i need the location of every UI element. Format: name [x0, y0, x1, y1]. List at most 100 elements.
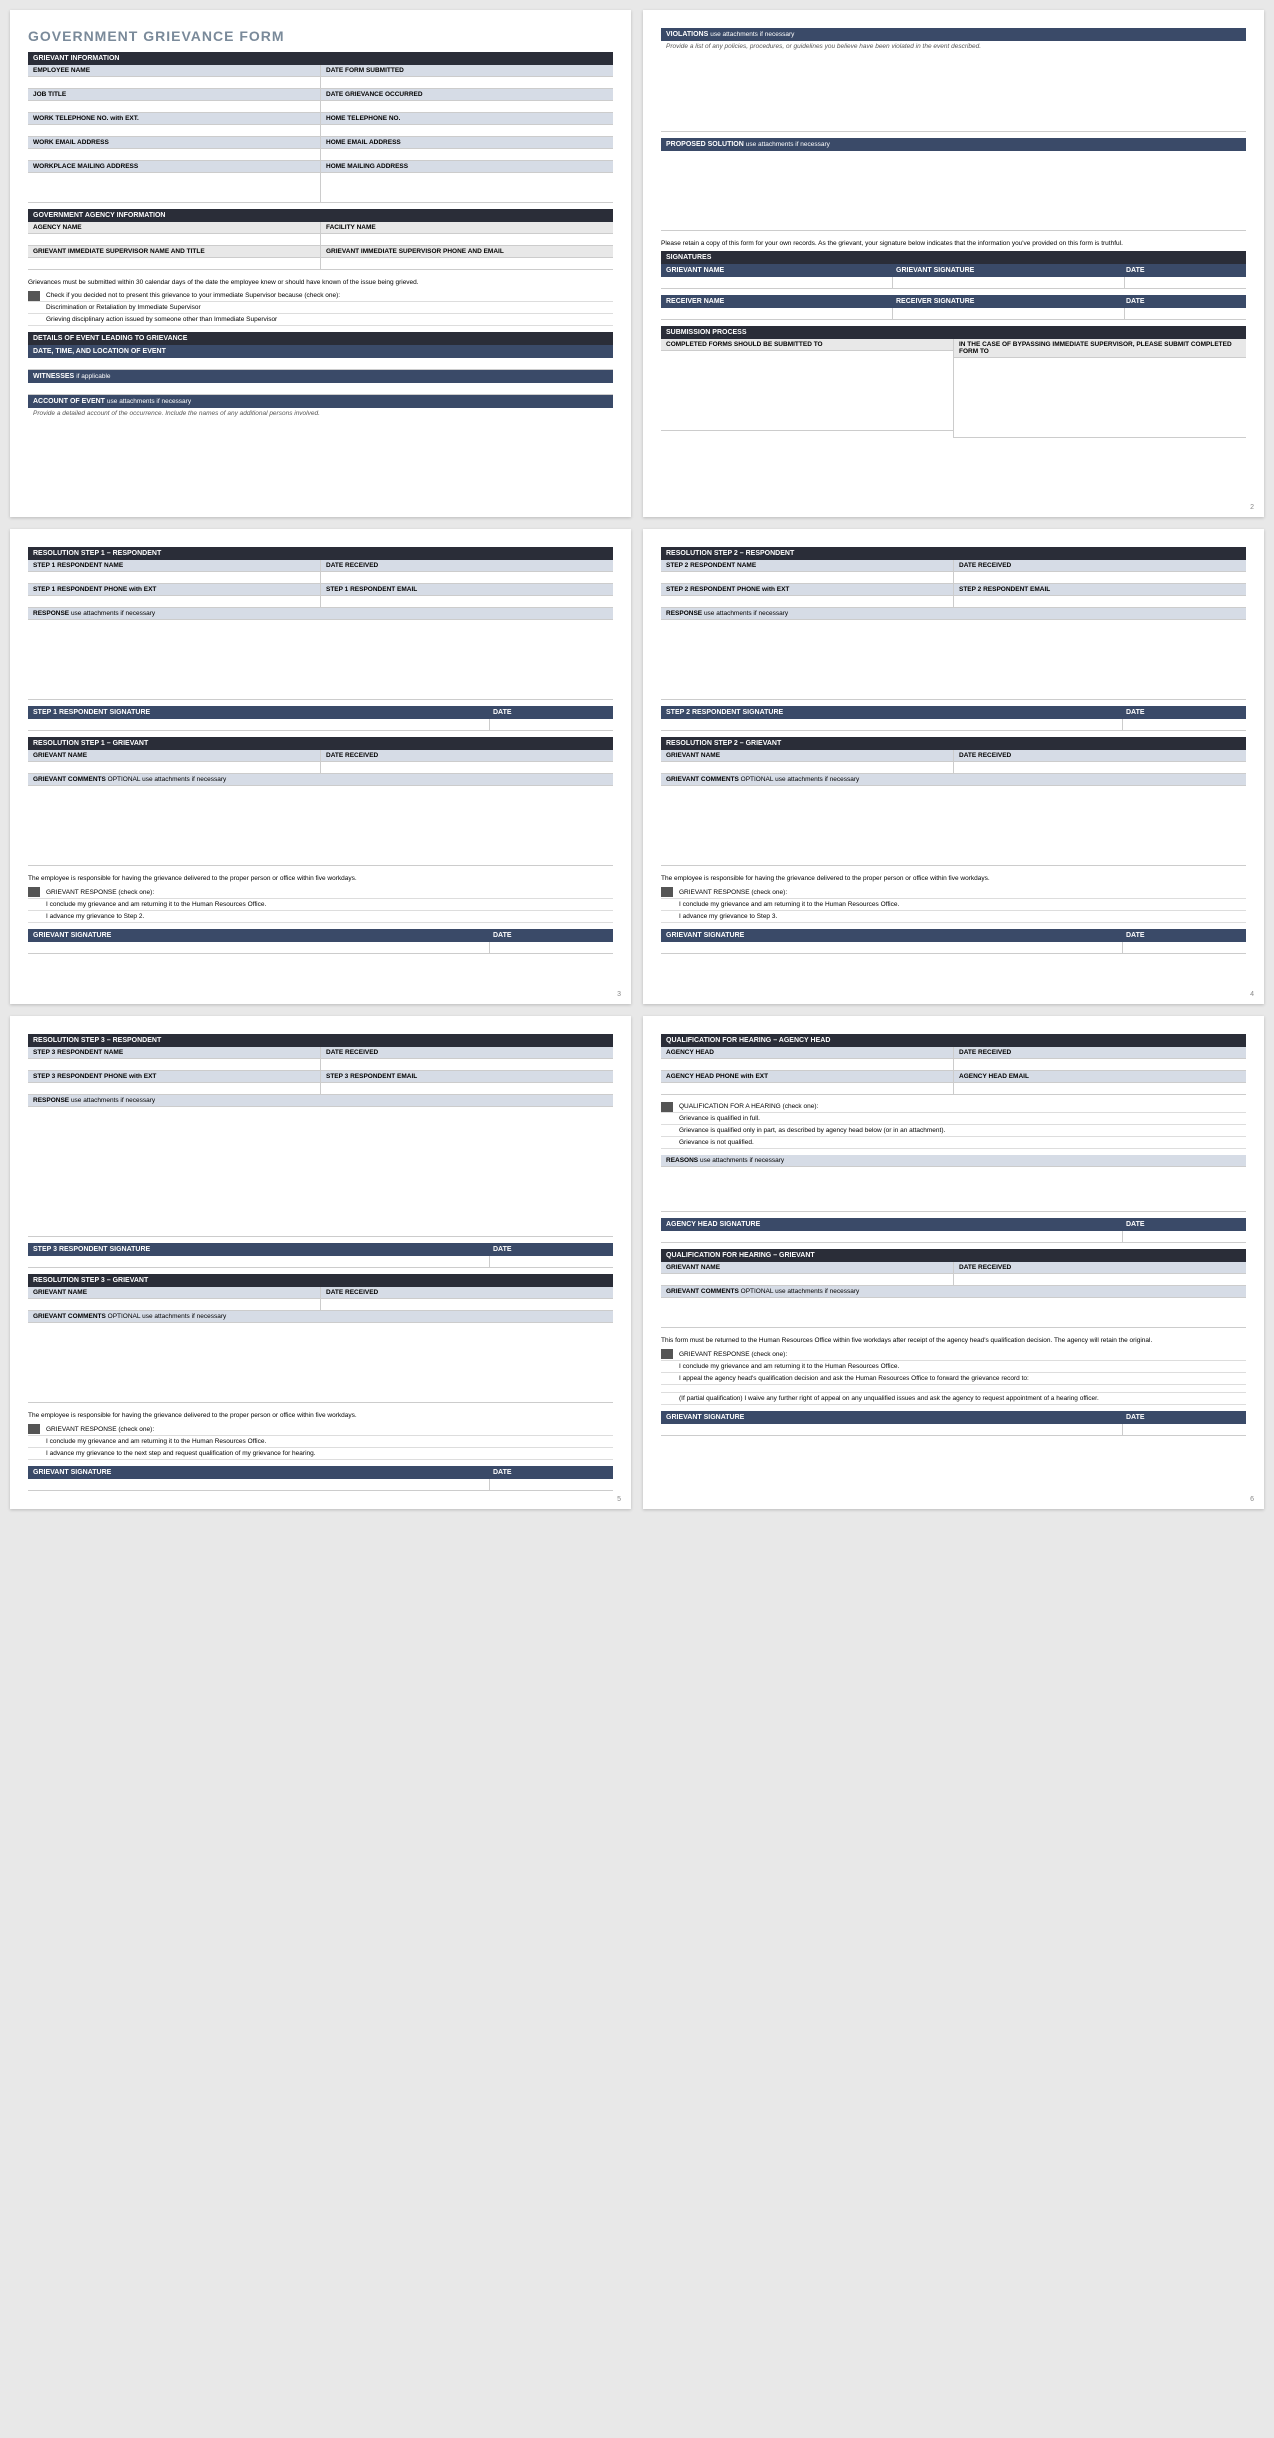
check-option[interactable]: I appeal the agency head's qualification…: [661, 1373, 1246, 1385]
input[interactable]: [893, 308, 1125, 320]
input[interactable]: [661, 1083, 953, 1095]
input[interactable]: [661, 786, 1246, 866]
input[interactable]: [661, 277, 893, 289]
col: DATE: [493, 932, 608, 939]
label: STEP 1 RESPONDENT EMAIL: [321, 584, 613, 596]
input[interactable]: [321, 173, 613, 203]
check-option[interactable]: Grieving disciplinary action issued by s…: [28, 314, 613, 326]
input[interactable]: [954, 572, 1246, 584]
input[interactable]: [490, 942, 613, 954]
input[interactable]: [661, 308, 893, 320]
input[interactable]: [28, 942, 490, 954]
subsection: DATE, TIME, AND LOCATION OF EVENT: [28, 345, 613, 358]
input[interactable]: [661, 1059, 953, 1071]
input[interactable]: [661, 620, 1246, 700]
input[interactable]: [661, 1424, 1123, 1436]
input[interactable]: [28, 383, 613, 395]
input[interactable]: [954, 596, 1246, 608]
input[interactable]: [490, 1256, 613, 1268]
check-option[interactable]: I conclude my grievance and am returning…: [661, 899, 1246, 911]
input[interactable]: [1123, 719, 1246, 731]
input[interactable]: [28, 1256, 490, 1268]
input[interactable]: [28, 258, 320, 270]
input[interactable]: [28, 149, 320, 161]
input[interactable]: [661, 351, 953, 431]
check-option[interactable]: Grievance is qualified in full.: [661, 1113, 1246, 1125]
input[interactable]: [321, 762, 613, 774]
input[interactable]: [28, 125, 320, 137]
input[interactable]: [28, 1323, 613, 1403]
check-option[interactable]: Grievance is qualified only in part, as …: [661, 1125, 1246, 1137]
input[interactable]: [28, 1107, 613, 1237]
input[interactable]: [28, 596, 320, 608]
input[interactable]: [28, 1479, 490, 1491]
input[interactable]: [28, 572, 320, 584]
check-option[interactable]: I advance my grievance to Step 3.: [661, 911, 1246, 923]
check-option[interactable]: I conclude my grievance and am returning…: [661, 1361, 1246, 1373]
input[interactable]: [321, 1059, 613, 1071]
input[interactable]: [321, 125, 613, 137]
input[interactable]: [28, 719, 490, 731]
input[interactable]: [28, 786, 613, 866]
input[interactable]: [28, 234, 320, 246]
input[interactable]: [321, 77, 613, 89]
input[interactable]: [661, 1167, 1246, 1212]
input[interactable]: [321, 258, 613, 270]
input[interactable]: [661, 52, 1246, 132]
input[interactable]: [1125, 308, 1246, 320]
input[interactable]: [954, 1083, 1246, 1095]
checkbox[interactable]: [28, 1424, 40, 1434]
input[interactable]: [1123, 1424, 1246, 1436]
checkbox[interactable]: [661, 1349, 673, 1359]
input[interactable]: [954, 358, 1246, 438]
input[interactable]: [661, 942, 1123, 954]
checkbox[interactable]: [661, 1102, 673, 1112]
input[interactable]: [28, 1299, 320, 1311]
input[interactable]: [28, 101, 320, 113]
input[interactable]: [28, 620, 613, 700]
input[interactable]: [28, 1059, 320, 1071]
check-option[interactable]: Discrimination or Retaliation by Immedia…: [28, 302, 613, 314]
check-option[interactable]: I advance my grievance to Step 2.: [28, 911, 613, 923]
check-option[interactable]: I conclude my grievance and am returning…: [28, 899, 613, 911]
check-option[interactable]: I advance my grievance to the next step …: [28, 1448, 613, 1460]
input[interactable]: [28, 173, 320, 203]
input[interactable]: [1125, 277, 1246, 289]
input[interactable]: [321, 596, 613, 608]
input[interactable]: [28, 419, 613, 499]
input[interactable]: [661, 1231, 1123, 1243]
input[interactable]: [661, 1274, 953, 1286]
input[interactable]: [490, 719, 613, 731]
input[interactable]: [661, 762, 953, 774]
input[interactable]: [954, 1274, 1246, 1286]
input[interactable]: [28, 1083, 320, 1095]
input[interactable]: [321, 1299, 613, 1311]
checkbox[interactable]: [661, 887, 673, 897]
check-option[interactable]: I conclude my grievance and am returning…: [28, 1436, 613, 1448]
input[interactable]: [1123, 1231, 1246, 1243]
input[interactable]: [954, 762, 1246, 774]
checkbox[interactable]: [28, 291, 40, 301]
input[interactable]: [661, 151, 1246, 231]
input[interactable]: [490, 1479, 613, 1491]
input[interactable]: [661, 1298, 1246, 1328]
page-2: VIOLATIONS use attachments if necessary …: [643, 10, 1264, 517]
input[interactable]: [28, 77, 320, 89]
input[interactable]: [661, 719, 1123, 731]
input[interactable]: [28, 358, 613, 370]
input[interactable]: [321, 234, 613, 246]
input[interactable]: [893, 277, 1125, 289]
input[interactable]: [28, 762, 320, 774]
input[interactable]: [321, 572, 613, 584]
input[interactable]: [1123, 942, 1246, 954]
input[interactable]: [321, 1083, 613, 1095]
check-option[interactable]: Grievance is not qualified.: [661, 1137, 1246, 1149]
input[interactable]: [661, 596, 953, 608]
checkbox[interactable]: [28, 887, 40, 897]
input[interactable]: [321, 101, 613, 113]
label: DATE GRIEVANCE OCCURRED: [321, 89, 613, 101]
input[interactable]: [661, 572, 953, 584]
input[interactable]: [321, 149, 613, 161]
input[interactable]: [954, 1059, 1246, 1071]
check-option[interactable]: (If partial qualification) I waive any f…: [661, 1393, 1246, 1405]
